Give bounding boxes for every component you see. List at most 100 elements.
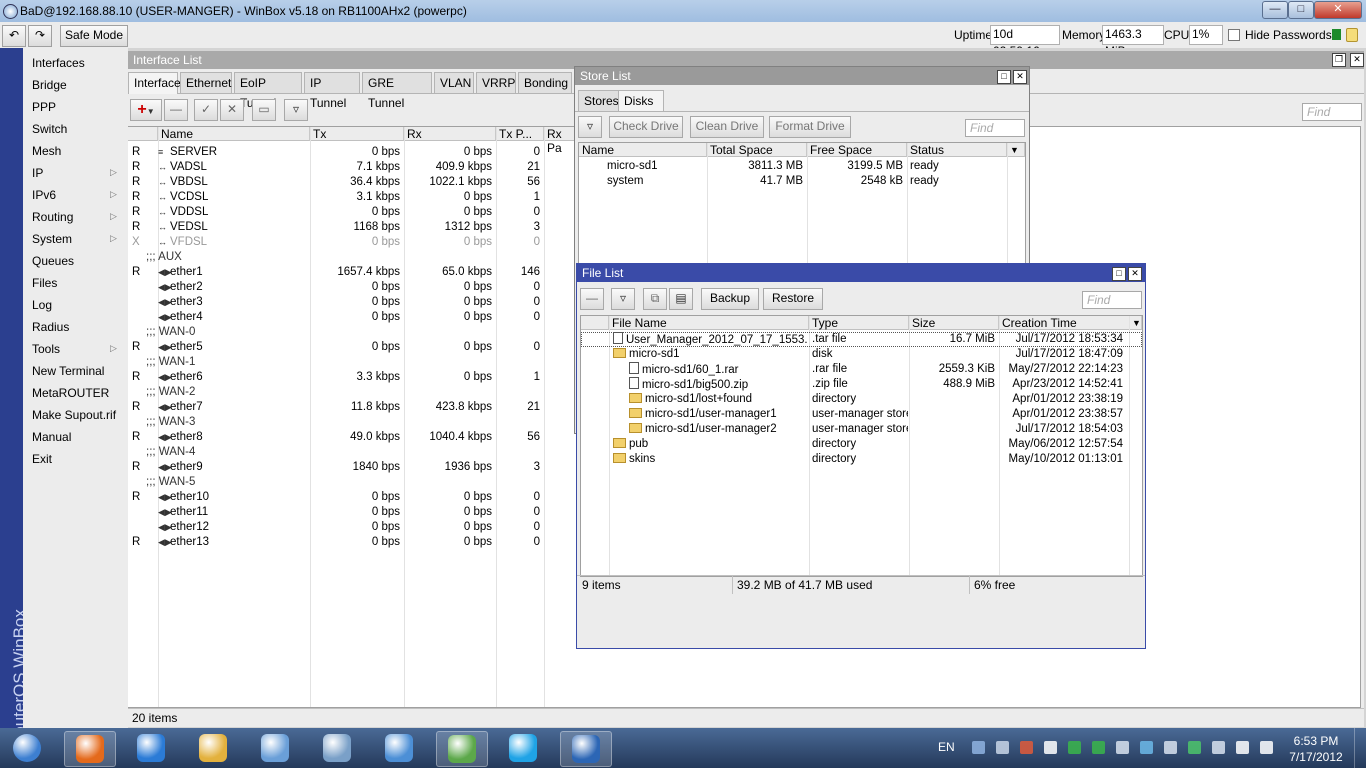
undo-icon[interactable]: ↶	[2, 25, 26, 47]
clipboard-icon[interactable]	[1212, 741, 1225, 754]
column-header[interactable]: Name	[579, 143, 707, 157]
table-row[interactable]: R ◀▶ether9 1840 bps 1936 bps 3	[128, 460, 568, 475]
table-row[interactable]: micro-sd1 3811.3 MB 3199.5 MB ready	[579, 159, 1025, 174]
table-row[interactable]: pub directory May/06/2012 12:57:54	[581, 437, 1142, 452]
table-row[interactable]: R ◀▶ether13 0 bps 0 bps 0	[128, 535, 568, 550]
tab-vrrp[interactable]: VRRP	[476, 72, 516, 93]
safe-mode-button[interactable]: Safe Mode	[60, 25, 128, 47]
table-row[interactable]: R ↔ VADSL 7.1 kbps 409.9 kbps 21	[128, 160, 568, 175]
tab-bonding[interactable]: Bonding	[518, 72, 572, 93]
close-button[interactable]: ✕	[1314, 1, 1362, 19]
column-header[interactable]: Free Space	[807, 143, 907, 157]
remove-icon[interactable]: —	[164, 99, 188, 121]
close-window-icon[interactable]: ✕	[1350, 53, 1364, 67]
store-filter-icon[interactable]: ▿	[578, 116, 602, 138]
sync-icon[interactable]	[1092, 741, 1105, 754]
table-row[interactable]: micro-sd1/user-manager1 user-manager stor…	[581, 407, 1142, 422]
table-row[interactable]: system 41.7 MB 2548 kB ready	[579, 174, 1025, 189]
sidebar-item-log[interactable]: Log	[32, 298, 52, 312]
tab-disks[interactable]: Disks	[618, 90, 664, 112]
sidebar-item-metarouter[interactable]: MetaROUTER	[32, 386, 109, 400]
table-row[interactable]: User_Manager_2012_07_17_1553... .tar file…	[581, 332, 1142, 347]
table-row[interactable]: R ↔ VDDSL 0 bps 0 bps 0	[128, 205, 568, 220]
table-row[interactable]: ◀▶ether3 0 bps 0 bps 0	[128, 295, 568, 310]
backup-button[interactable]: Backup	[701, 288, 759, 310]
volume-icon[interactable]	[1260, 741, 1273, 754]
firefox-icon[interactable]	[64, 731, 116, 767]
update-icon[interactable]	[1068, 741, 1081, 754]
enable-icon[interactable]: ✓	[194, 99, 218, 121]
skype-icon[interactable]	[498, 731, 548, 765]
chat-icon[interactable]	[1140, 741, 1153, 754]
internet-explorer-icon[interactable]	[126, 731, 176, 765]
sidebar-item-ppp[interactable]: PPP	[32, 100, 56, 114]
sidebar-item-tools[interactable]: Tools	[32, 342, 60, 356]
column-header[interactable]: Rx	[404, 127, 496, 141]
media-player-icon[interactable]	[250, 731, 300, 765]
column-header[interactable]: Size	[909, 316, 999, 330]
clean-drive-button[interactable]: Clean Drive	[690, 116, 764, 138]
antivirus-icon[interactable]	[1020, 741, 1033, 754]
start-orb-icon[interactable]	[2, 731, 52, 765]
file-explorer-icon[interactable]	[188, 731, 238, 765]
tab-ip-tunnel[interactable]: IP Tunnel	[304, 72, 360, 110]
show-desktop-button[interactable]	[1354, 728, 1366, 768]
table-row[interactable]: R ◀▶ether8 49.0 kbps 1040.4 kbps 56	[128, 430, 568, 445]
table-row[interactable]: R ↔ VBDSL 36.4 kbps 1022.1 kbps 56	[128, 175, 568, 190]
table-row[interactable]: R ↔ VCDSL 3.1 kbps 0 bps 1	[128, 190, 568, 205]
columns-dropdown-icon[interactable]: ▼	[1129, 316, 1142, 330]
sidebar-item-interfaces[interactable]: Interfaces	[32, 56, 85, 70]
sidebar-item-ip[interactable]: IP	[32, 166, 43, 180]
sidebar-item-files[interactable]: Files	[32, 276, 57, 290]
tab-ethernet[interactable]: Ethernet	[180, 72, 232, 93]
sidebar-item-bridge[interactable]: Bridge	[32, 78, 67, 92]
file-filter-icon[interactable]: ▿	[611, 288, 635, 310]
column-header[interactable]: Total Space	[707, 143, 807, 157]
table-row[interactable]: R ↔ VEDSL 1168 bps 1312 bps 3	[128, 220, 568, 235]
bluetooth-icon[interactable]	[1164, 741, 1177, 754]
paste-icon[interactable]: ▤	[669, 288, 693, 310]
table-row[interactable]: micro-sd1 disk Jul/17/2012 18:47:09	[581, 347, 1142, 362]
hide-passwords-checkbox[interactable]	[1228, 29, 1240, 41]
sidebar-item-ipv6[interactable]: IPv6	[32, 188, 56, 202]
table-row[interactable]: R ◀▶ether1 1657.4 kbps 65.0 kbps 146	[128, 265, 568, 280]
language-indicator[interactable]: EN	[938, 740, 955, 754]
format-drive-button[interactable]: Format Drive	[769, 116, 851, 138]
sidebar-item-new-terminal[interactable]: New Terminal	[32, 364, 104, 378]
table-row[interactable]: ◀▶ether11 0 bps 0 bps 0	[128, 505, 568, 520]
table-row[interactable]: ◀▶ether12 0 bps 0 bps 0	[128, 520, 568, 535]
file-remove-icon[interactable]: —	[580, 288, 604, 310]
usb-icon[interactable]	[1116, 741, 1129, 754]
table-row[interactable]: skins directory May/10/2012 01:13:01	[581, 452, 1142, 467]
tab-eoip-tunnel[interactable]: EoIP Tunnel	[234, 72, 302, 110]
table-row[interactable]: micro-sd1/big500.zip .zip file 488.9 MiB Ap…	[581, 377, 1142, 392]
table-row[interactable]: X ↔ VFDSL 0 bps 0 bps 0	[128, 235, 568, 250]
disable-icon[interactable]: ✕	[220, 99, 244, 121]
restore-button[interactable]: Restore	[763, 288, 823, 310]
file-list-title-bar[interactable]: File List	[577, 264, 1145, 282]
add-interface-button[interactable]: +▼	[130, 99, 162, 121]
remote-desktop-icon[interactable]	[312, 731, 362, 765]
column-header[interactable]: Type	[809, 316, 909, 330]
window-title-bar[interactable]: BaD@192.168.88.10 (USER-MANGER) - WinBox…	[0, 0, 1366, 22]
table-row[interactable]: R ◀▶ether5 0 bps 0 bps 0	[128, 340, 568, 355]
column-header[interactable]: Status	[907, 143, 1007, 157]
column-header[interactable]	[581, 316, 609, 330]
comment-icon[interactable]: ▭	[252, 99, 276, 121]
table-row[interactable]: R ◀▶ether10 0 bps 0 bps 0	[128, 490, 568, 505]
column-header[interactable]: Tx P...	[496, 127, 544, 141]
signal-icon[interactable]	[1236, 741, 1249, 754]
column-header[interactable]: File Name	[609, 316, 809, 330]
file-close-icon[interactable]: ✕	[1128, 267, 1142, 281]
copy-icon[interactable]: ⧉	[643, 288, 667, 310]
store-close-icon[interactable]: ✕	[1013, 70, 1027, 84]
table-row[interactable]: micro-sd1/lost+found directory Apr/01/2012…	[581, 392, 1142, 407]
filter-icon[interactable]: ▿	[284, 99, 308, 121]
sidebar-item-routing[interactable]: Routing	[32, 210, 73, 224]
sidebar-item-switch[interactable]: Switch	[32, 122, 67, 136]
network-icon[interactable]	[1188, 741, 1201, 754]
store-find-input[interactable]: Find	[965, 119, 1025, 137]
column-header[interactable]: Rx Pa	[544, 127, 576, 155]
messenger-icon[interactable]	[436, 731, 488, 767]
sidebar-item-mesh[interactable]: Mesh	[32, 144, 61, 158]
